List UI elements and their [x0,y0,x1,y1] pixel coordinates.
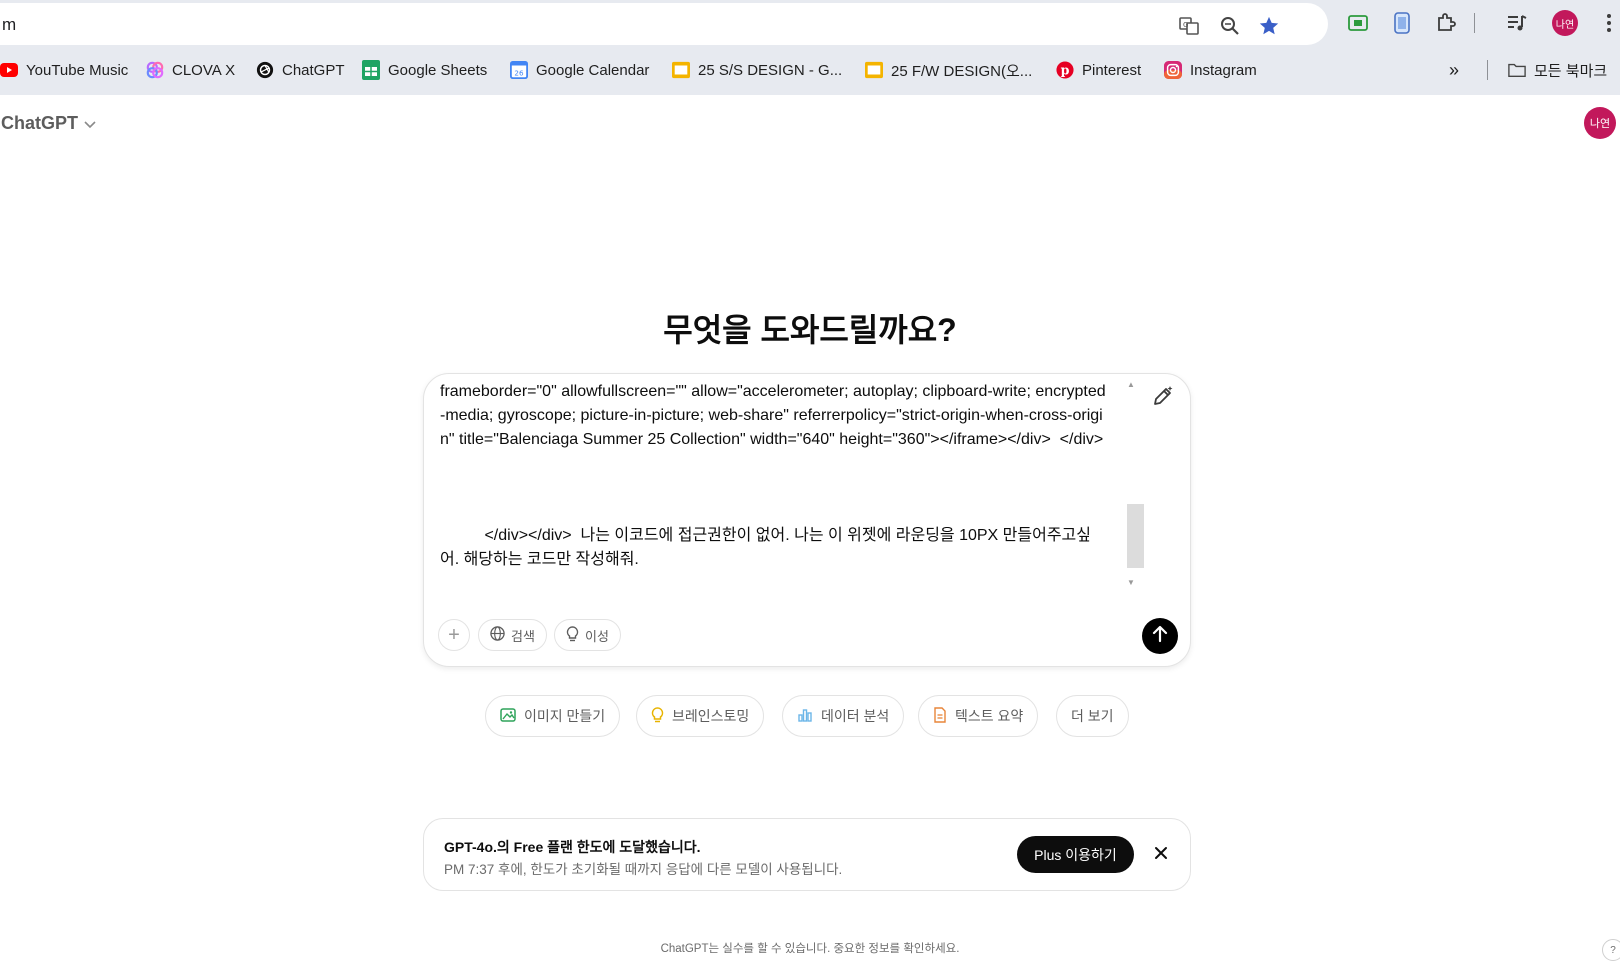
suggestion-create-image[interactable]: 이미지 만들기 [485,695,621,737]
slides-icon [672,61,690,79]
bookmark-google-calendar[interactable]: 26 Google Calendar [510,57,649,83]
bookmark-label: Instagram [1190,61,1257,79]
plan-limit-banner: GPT-4o.의 Free 플랜 한도에 도달했습니다. PM 7:37 후에,… [423,818,1191,891]
document-icon [933,706,947,726]
folder-icon [1508,61,1526,79]
send-button[interactable] [1142,618,1178,654]
bookmark-label: Google Sheets [388,61,488,79]
overflow-chevrons-icon: » [1449,59,1460,80]
bookmark-chatgpt[interactable]: ChatGPT [256,57,345,83]
slides-icon [865,61,883,79]
edit-pencil-icon[interactable] [1151,384,1175,408]
bookmarks-bar: YouTube Music CLOVA X ChatGPT Google She… [0,57,1620,83]
globe-icon [490,626,505,644]
bookmark-label: 25 S/S DESIGN - G... [698,61,843,79]
upgrade-plus-button[interactable]: Plus 이용하기 [1017,836,1134,873]
chevron-down-icon [84,113,96,134]
bookmark-label: Google Calendar [536,61,650,79]
browser-menu-icon[interactable] [1597,11,1620,35]
chart-icon [797,707,813,726]
suggestion-label: 더 보기 [1071,708,1114,724]
address-bar[interactable]: m G [0,3,1328,45]
scrollbar-thumb[interactable] [1127,504,1144,568]
bookmark-label: 25 F/W DESIGN(오... [891,62,1033,80]
all-bookmarks-button[interactable]: 모든 북마크 [1508,57,1607,83]
suggestion-brainstorm[interactable]: 브레인스토밍 [636,695,765,737]
bookmark-25-fw-design[interactable]: 25 F/W DESIGN(오... [865,57,1032,83]
bookmark-clova-x[interactable]: CLOVA X [146,57,235,83]
bookmark-label: ChatGPT [282,61,345,79]
instagram-icon [1164,61,1182,79]
bookmark-label: CLOVA X [172,61,236,79]
app-title: ChatGPT [1,113,79,133]
bookmarks-overflow-button[interactable]: » [1449,57,1459,83]
suggestion-label: 텍스트 요약 [955,708,1024,724]
search-tool-label: 검색 [511,628,535,644]
clova-icon [146,61,164,79]
chatgpt-icon [256,61,274,79]
plus-icon: + [448,623,460,646]
bookmark-pinterest[interactable]: p Pinterest [1056,57,1141,83]
scroll-down-arrow-icon[interactable]: ▼ [1127,578,1135,587]
browser-profile-avatar[interactable]: 나연 [1552,10,1578,36]
toolbar-divider [1474,13,1475,33]
suggestion-label: 이미지 만들기 [524,708,606,724]
all-bookmarks-label: 모든 북마크 [1534,62,1608,80]
tab-search-icon[interactable] [1390,11,1414,35]
suggestion-more[interactable]: 더 보기 [1056,695,1129,737]
banner-title: GPT-4o.의 Free 플랜 한도에 도달했습니다. [444,839,701,855]
model-selector[interactable]: ChatGPT [1,113,96,134]
calendar-icon: 26 [510,61,528,79]
cast-icon[interactable] [1346,11,1370,35]
reason-tool-label: 이성 [585,628,609,644]
svg-text:G: G [1183,21,1188,29]
pinterest-icon: p [1056,61,1074,79]
translate-icon[interactable]: G [1178,15,1200,37]
reason-tool-button[interactable]: 이성 [554,619,621,651]
address-text[interactable]: m [2,15,16,35]
bookmark-star-icon[interactable] [1258,15,1280,37]
bookmark-label: Pinterest [1082,61,1142,79]
close-icon[interactable] [1152,844,1170,862]
suggestion-label: 데이터 분석 [821,708,890,724]
suggestion-label: 브레인스토밍 [672,708,750,724]
search-tool-button[interactable]: 검색 [478,619,547,651]
disclaimer-text: ChatGPT는 실수를 할 수 있습니다. 중요한 정보를 확인하세요. [660,943,960,955]
scroll-up-arrow-icon[interactable]: ▲ [1127,380,1135,389]
calendar-day: 26 [514,68,524,77]
bookmark-youtube-music[interactable]: YouTube Music [0,57,128,83]
lightbulb-icon [566,625,579,645]
youtube-music-icon [0,61,18,79]
attach-button[interactable]: + [438,619,470,651]
bookmarks-divider [1487,60,1488,80]
arrow-up-icon [1152,625,1168,648]
browser-toolbar: m G 나연 YouTube Music CLOVA X ChatGPT Goo… [0,0,1620,95]
page-heading: 무엇을 도와드릴까요? [663,312,957,348]
zoom-icon[interactable] [1219,15,1241,37]
suggestion-summarize-text[interactable]: 텍스트 요약 [918,695,1039,737]
bookmark-25-ss-design[interactable]: 25 S/S DESIGN - G... [672,57,842,83]
bookmark-google-sheets[interactable]: Google Sheets [362,57,487,83]
bookmark-label: YouTube Music [26,61,129,79]
banner-subtitle: PM 7:37 후에, 한도가 초기화될 때까지 응답에 다른 모델이 사용됩니… [444,862,843,877]
help-button[interactable]: ? [1602,939,1620,961]
image-icon [500,707,516,726]
bookmark-instagram[interactable]: Instagram [1164,57,1257,83]
lightbulb-icon [651,706,664,726]
extensions-icon[interactable] [1434,11,1458,35]
sheets-icon [362,60,380,80]
svg-text:p: p [1061,63,1070,78]
prompt-composer: frameborder="0" allowfullscreen="" allow… [423,373,1191,667]
suggestion-analyze-data[interactable]: 데이터 분석 [782,695,905,737]
user-avatar[interactable]: 나연 [1584,107,1616,139]
media-control-icon[interactable] [1505,11,1529,35]
prompt-input[interactable]: frameborder="0" allowfullscreen="" allow… [440,380,1108,572]
